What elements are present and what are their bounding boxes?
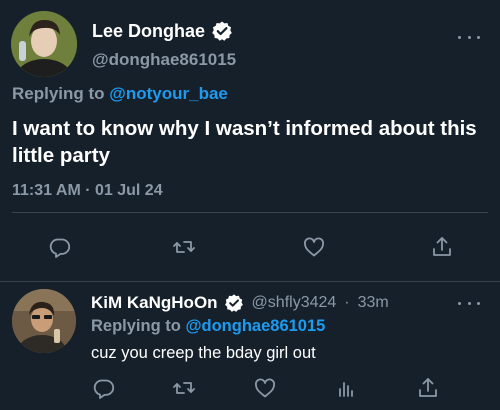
author-display-name[interactable]: Lee Donghae [92,21,205,42]
replying-to-mention[interactable]: @notyour_bae [109,84,228,103]
analytics-icon[interactable] [332,374,360,402]
author-display-name[interactable]: KiM KaNgHoOn [91,293,218,313]
replying-to-line: Replying to @donghae861015 [91,317,325,336]
avatar[interactable] [12,289,76,353]
reply-icon[interactable] [46,233,74,261]
divider [12,212,488,213]
avatar-photo [12,289,76,353]
verified-badge-icon [224,293,244,313]
share-icon[interactable] [428,233,456,261]
replying-prefix: Replying to [91,317,181,335]
main-tweet: Lee Donghae @donghae861015 Replying to @… [0,0,500,282]
more-options-icon[interactable] [458,30,480,44]
retweet-icon[interactable] [170,374,198,402]
replying-to-line: Replying to @notyour_bae [12,84,228,104]
avatar[interactable] [11,11,77,77]
reply-tweet[interactable]: KiM KaNgHoOn @shfly3424 · 33m Replying t… [0,282,500,410]
replying-to-mention[interactable]: @donghae861015 [185,317,325,335]
retweet-icon[interactable] [170,233,198,261]
tweet-timestamp[interactable]: 11:31 AM · 01 Jul 24 [12,182,163,200]
avatar-photo [11,11,77,77]
author-name-row: KiM KaNgHoOn @shfly3424 · 33m [91,293,389,313]
time-separator: · [344,294,350,311]
verified-badge-icon [211,20,233,42]
more-options-icon[interactable] [458,296,480,310]
author-handle[interactable]: @shfly3424 [252,294,337,312]
share-icon[interactable] [414,374,442,402]
like-icon[interactable] [300,233,328,261]
reply-icon[interactable] [90,374,118,402]
author-name-row: Lee Donghae [92,20,233,42]
like-icon[interactable] [251,374,279,402]
tweet-text: cuz you creep the bday girl out [91,344,316,362]
author-handle[interactable]: @donghae861015 [92,50,236,70]
replying-prefix: Replying to [12,84,105,103]
tweet-time-ago[interactable]: 33m [358,294,389,312]
tweet-text: I want to know why I wasn’t informed abo… [12,117,477,167]
